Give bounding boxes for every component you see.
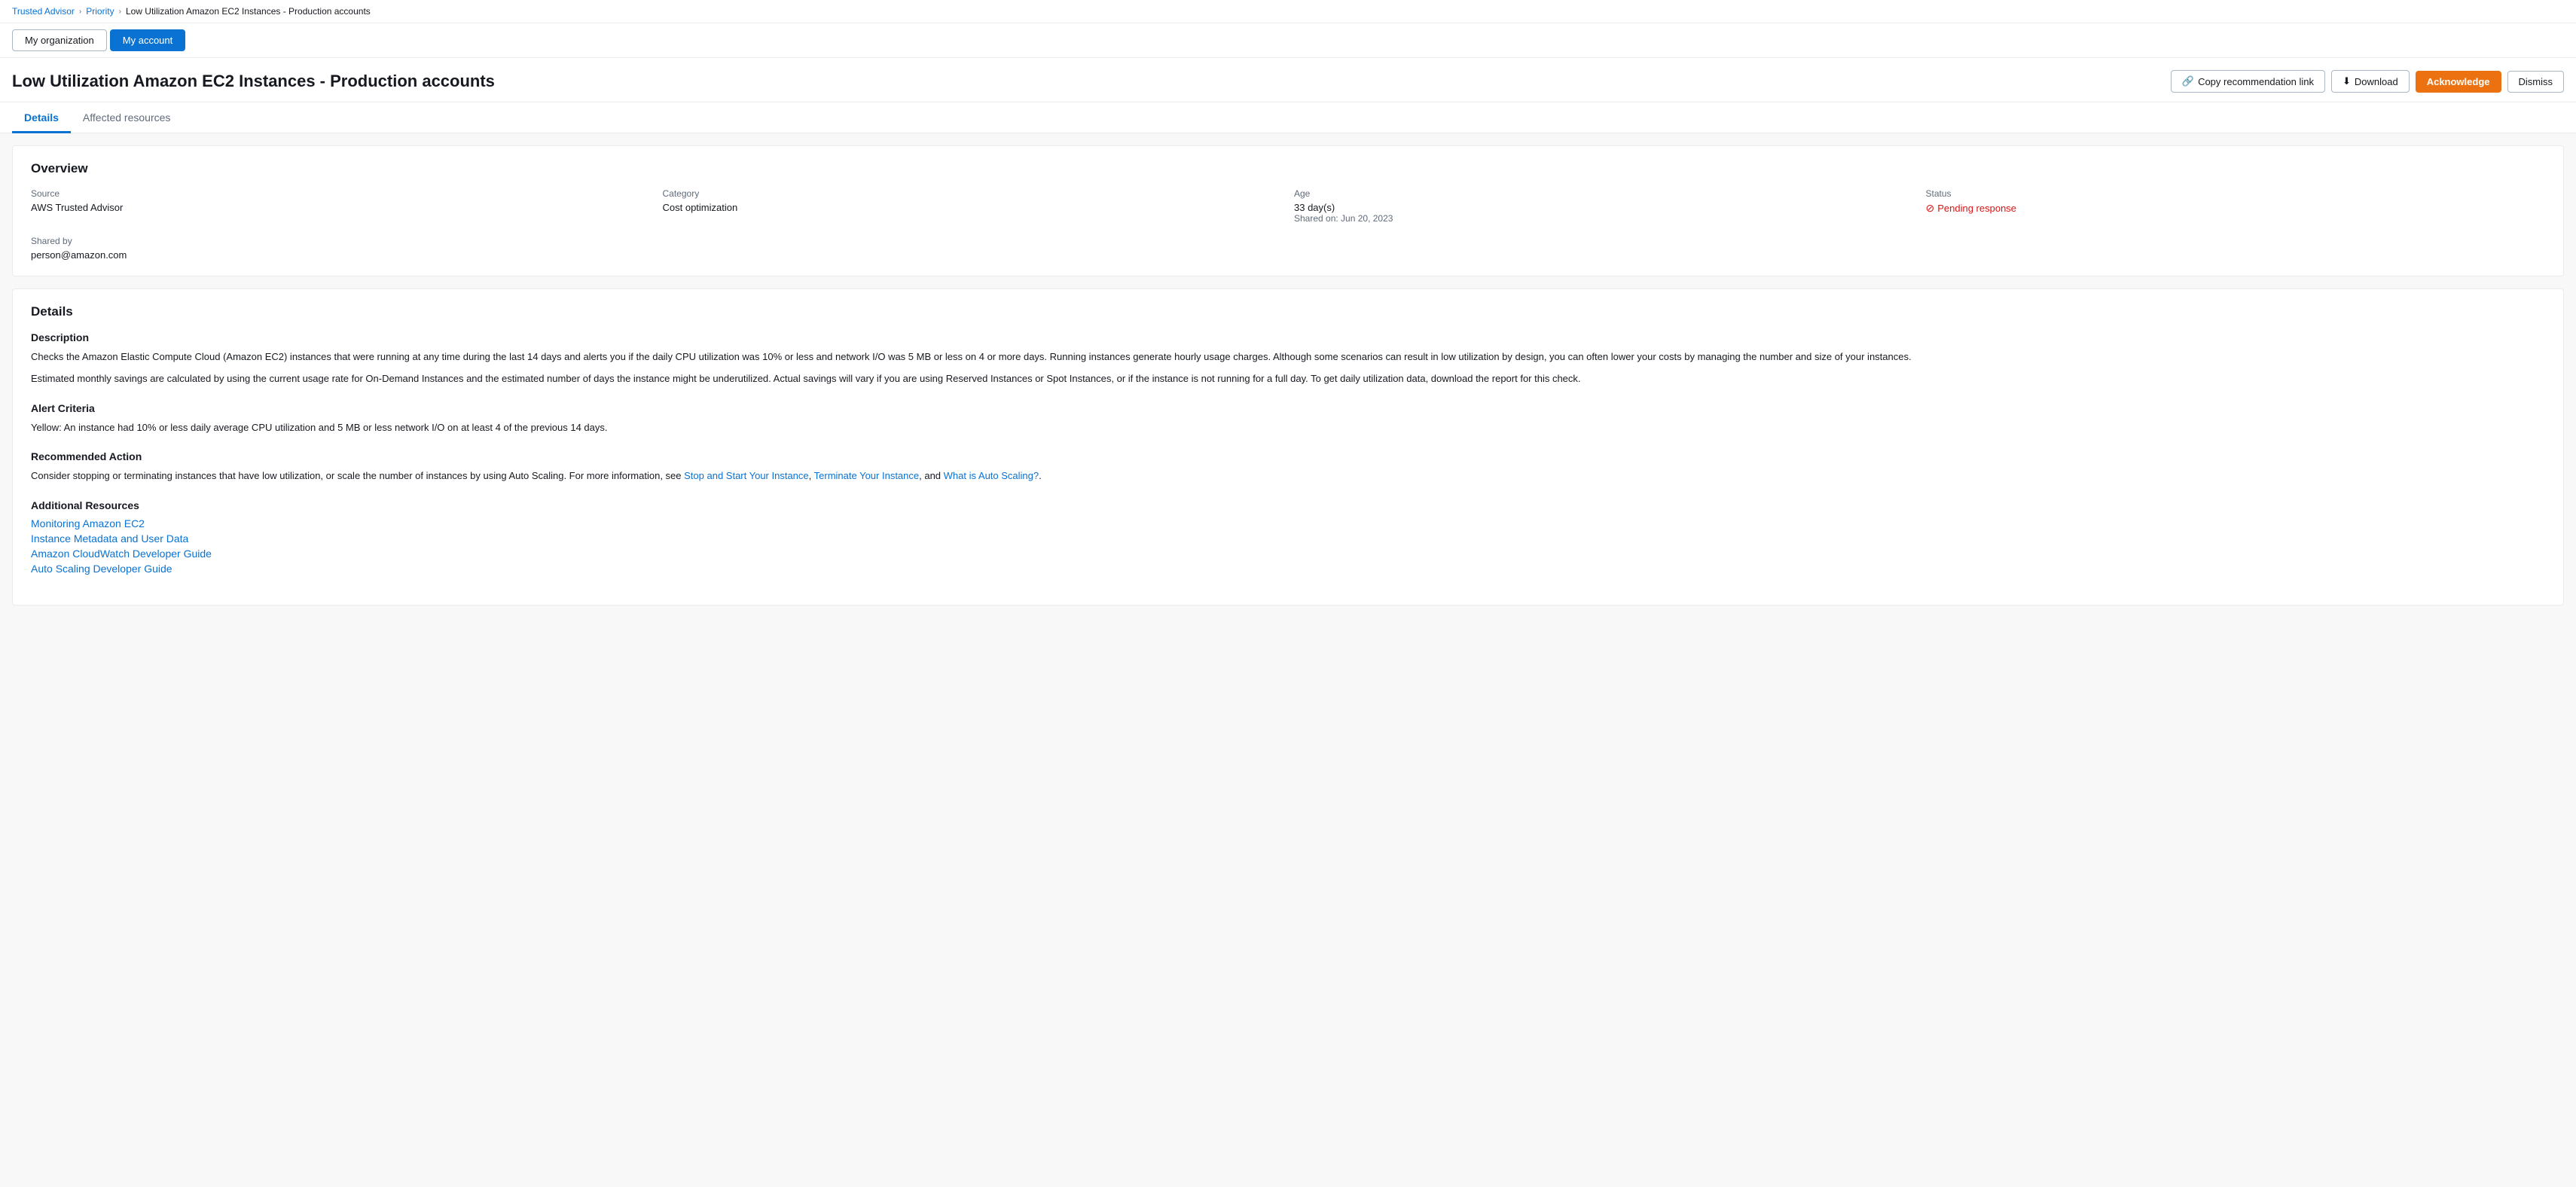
- overview-grid: Source AWS Trusted Advisor Category Cost…: [31, 188, 2545, 224]
- copy-icon: 🔗: [2182, 75, 2194, 87]
- instance-metadata-link[interactable]: Instance Metadata and User Data: [31, 532, 2545, 545]
- age-label: Age: [1294, 188, 1914, 199]
- category-value: Cost optimization: [663, 202, 1283, 213]
- my-organization-button[interactable]: My organization: [12, 29, 107, 51]
- header-actions: 🔗 Copy recommendation link ⬇ Download Ac…: [2171, 70, 2564, 93]
- description-text-1: Checks the Amazon Elastic Compute Cloud …: [31, 349, 2545, 365]
- status-field: Status ⊘ Pending response: [1926, 188, 2546, 224]
- category-field: Category Cost optimization: [663, 188, 1283, 224]
- download-button[interactable]: ⬇ Download: [2331, 70, 2410, 93]
- age-shared: Shared on: Jun 20, 2023: [1294, 213, 1914, 224]
- acknowledge-button[interactable]: Acknowledge: [2416, 71, 2501, 93]
- age-value: 33 day(s): [1294, 202, 1914, 213]
- tabs-container: Details Affected resources: [0, 102, 2576, 133]
- category-label: Category: [663, 188, 1283, 199]
- tab-details[interactable]: Details: [12, 102, 71, 133]
- shared-by-value: person@amazon.com: [31, 249, 651, 261]
- terminate-link[interactable]: Terminate Your Instance: [814, 470, 919, 481]
- stop-start-link[interactable]: Stop and Start Your Instance: [684, 470, 809, 481]
- alert-criteria-title: Alert Criteria: [31, 402, 2545, 414]
- dismiss-button[interactable]: Dismiss: [2507, 71, 2565, 93]
- breadcrumb-priority[interactable]: Priority: [86, 6, 114, 17]
- additional-resources-title: Additional Resources: [31, 499, 2545, 511]
- page-title: Low Utilization Amazon EC2 Instances - P…: [12, 72, 495, 91]
- additional-resources-section: Additional Resources Monitoring Amazon E…: [31, 499, 2545, 575]
- status-label: Status: [1926, 188, 2546, 199]
- recommended-action-title: Recommended Action: [31, 450, 2545, 462]
- age-field: Age 33 day(s) Shared on: Jun 20, 2023: [1294, 188, 1914, 224]
- cloudwatch-guide-link[interactable]: Amazon CloudWatch Developer Guide: [31, 548, 2545, 560]
- description-title: Description: [31, 331, 2545, 343]
- recommended-action-section: Recommended Action Consider stopping or …: [31, 450, 2545, 484]
- copy-link-button[interactable]: 🔗 Copy recommendation link: [2171, 70, 2325, 93]
- top-nav: My organization My account: [0, 23, 2576, 58]
- tab-affected-resources[interactable]: Affected resources: [71, 102, 182, 133]
- recommended-action-text: Consider stopping or terminating instanc…: [31, 468, 2545, 484]
- shared-by-label: Shared by: [31, 236, 651, 246]
- overview-title: Overview: [31, 161, 2545, 176]
- breadcrumb-current: Low Utilization Amazon EC2 Instances - P…: [126, 6, 371, 17]
- breadcrumb-trusted-advisor[interactable]: Trusted Advisor: [12, 6, 75, 17]
- shared-by-field: Shared by person@amazon.com: [31, 236, 651, 261]
- auto-scaling-guide-link[interactable]: Auto Scaling Developer Guide: [31, 563, 2545, 575]
- details-card: Details Description Checks the Amazon El…: [12, 288, 2564, 606]
- source-label: Source: [31, 188, 651, 199]
- breadcrumb-sep-1: ›: [79, 8, 81, 16]
- page-header: Low Utilization Amazon EC2 Instances - P…: [0, 58, 2576, 102]
- alert-criteria-section: Alert Criteria Yellow: An instance had 1…: [31, 402, 2545, 436]
- alert-criteria-text: Yellow: An instance had 10% or less dail…: [31, 420, 2545, 436]
- status-value: ⊘ Pending response: [1926, 202, 2546, 215]
- main-content: Overview Source AWS Trusted Advisor Cate…: [0, 133, 2576, 618]
- description-section: Description Checks the Amazon Elastic Co…: [31, 331, 2545, 387]
- overview-grid-row2: Shared by person@amazon.com: [31, 236, 2545, 261]
- download-icon: ⬇: [2343, 75, 2351, 87]
- status-circle-icon: ⊘: [1926, 202, 1935, 215]
- breadcrumb-sep-2: ›: [119, 8, 121, 16]
- source-value: AWS Trusted Advisor: [31, 202, 651, 213]
- description-text-2: Estimated monthly savings are calculated…: [31, 371, 2545, 387]
- source-field: Source AWS Trusted Advisor: [31, 188, 651, 224]
- auto-scaling-link2[interactable]: What is Auto Scaling?: [944, 470, 1039, 481]
- breadcrumb: Trusted Advisor › Priority › Low Utiliza…: [0, 0, 2576, 23]
- overview-card: Overview Source AWS Trusted Advisor Cate…: [12, 145, 2564, 276]
- my-account-button[interactable]: My account: [110, 29, 185, 51]
- details-title: Details: [31, 304, 2545, 319]
- monitoring-ec2-link[interactable]: Monitoring Amazon EC2: [31, 517, 2545, 529]
- additional-links: Monitoring Amazon EC2 Instance Metadata …: [31, 517, 2545, 575]
